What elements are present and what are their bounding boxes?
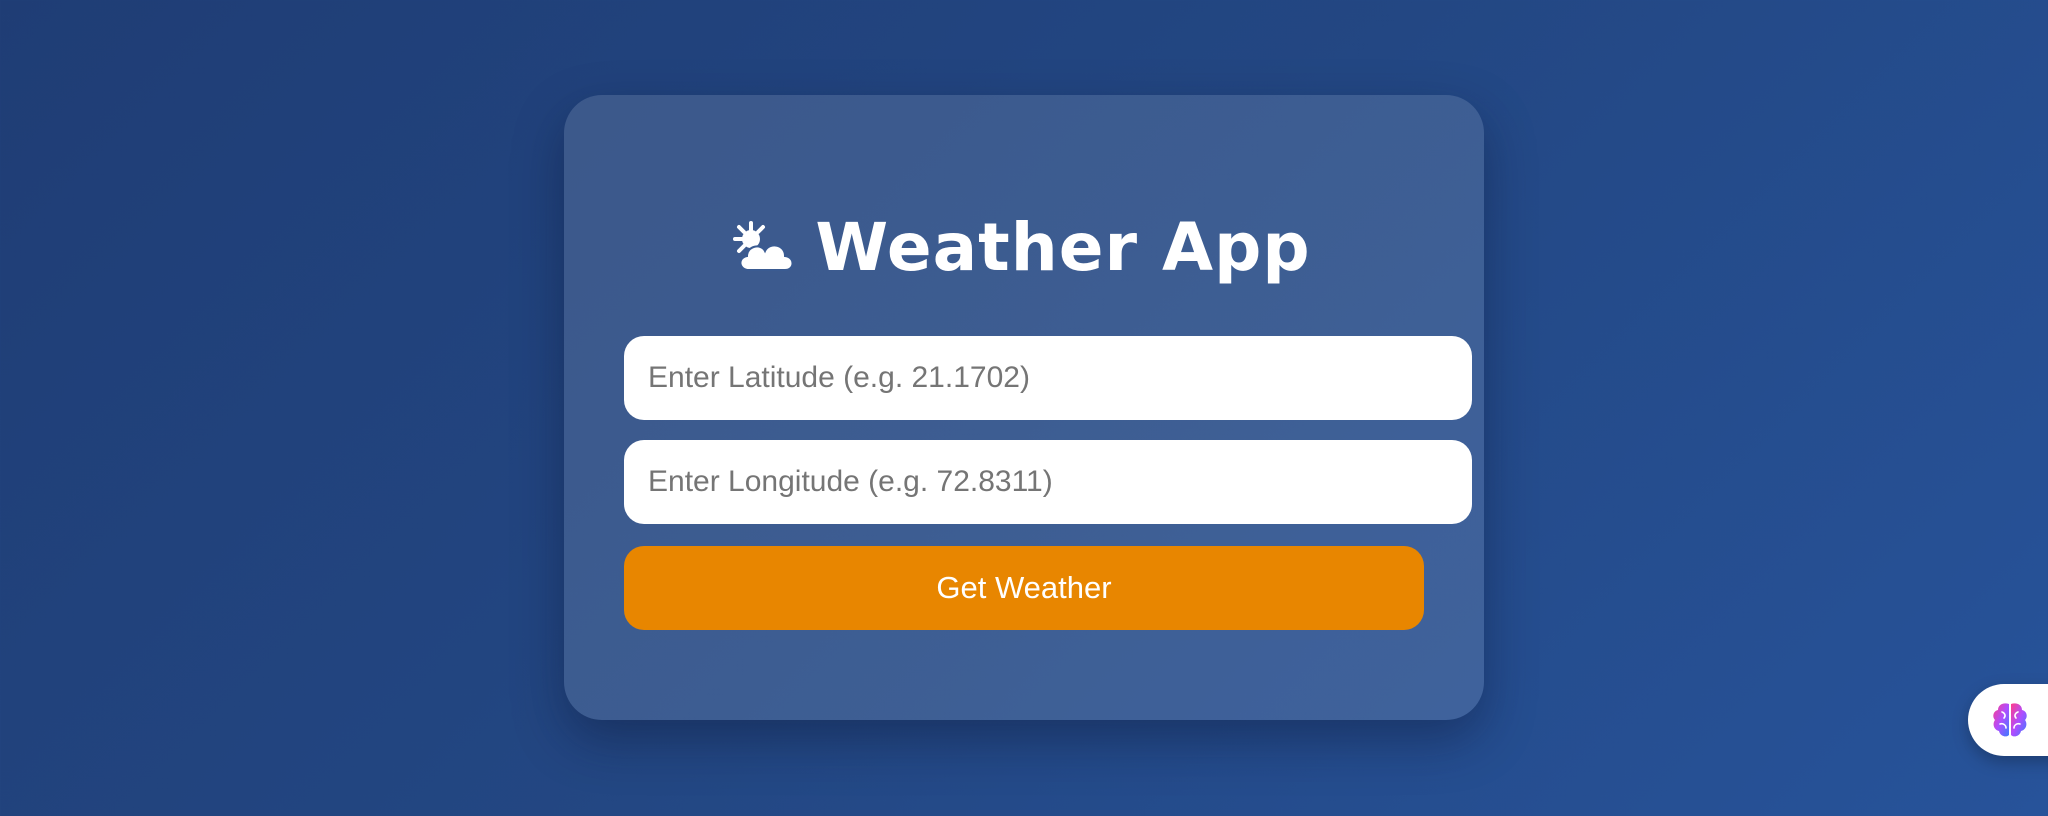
latitude-input[interactable] bbox=[624, 336, 1472, 420]
get-weather-button[interactable]: Get Weather bbox=[624, 546, 1424, 630]
longitude-input[interactable] bbox=[624, 440, 1472, 524]
page-title-row: Weather App bbox=[0, 208, 2048, 288]
app-title: Weather App bbox=[815, 209, 1311, 286]
sun-behind-cloud-icon bbox=[733, 221, 794, 271]
assistant-launcher-button[interactable] bbox=[1968, 684, 2048, 756]
brain-icon bbox=[1993, 703, 2027, 737]
page-title: Weather App bbox=[729, 215, 1310, 281]
